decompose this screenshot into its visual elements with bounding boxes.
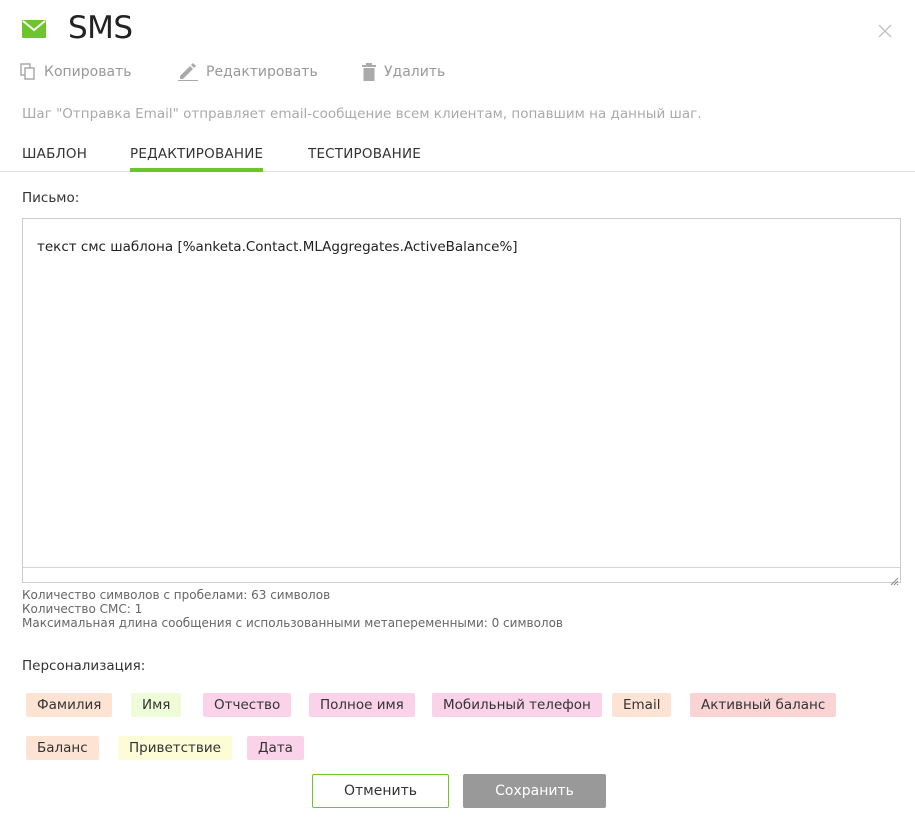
tag-mobile-phone[interactable]: Мобильный телефон — [432, 693, 602, 717]
tag-balance[interactable]: Баланс — [26, 736, 99, 760]
copy-icon — [20, 63, 35, 80]
message-text[interactable]: текст смс шаблона [%anketa.Contact.MLAgg… — [37, 239, 518, 255]
delete-label: Удалить — [384, 64, 446, 80]
tag-email[interactable]: Email — [612, 693, 672, 717]
tag-date[interactable]: Дата — [247, 736, 304, 760]
tab-editing[interactable]: РЕДАКТИРОВАНИЕ — [130, 146, 264, 172]
message-stats: Количество символов с пробелами: 63 симв… — [22, 588, 563, 630]
tag-greeting[interactable]: Приветствие — [118, 736, 232, 760]
message-editor[interactable]: текст смс шаблона [%anketa.Contact.MLAgg… — [22, 218, 901, 586]
tag-first-name[interactable]: Имя — [131, 693, 182, 717]
dialog-header: SMS — [22, 11, 133, 46]
close-button[interactable] — [876, 22, 894, 40]
edit-label: Редактировать — [206, 64, 318, 80]
edit-button[interactable]: Редактировать — [178, 61, 318, 83]
max-length: Максимальная длина сообщения с использов… — [22, 616, 563, 630]
sms-count: Количество СМС: 1 — [22, 602, 143, 616]
tab-testing[interactable]: ТЕСТИРОВАНИЕ — [308, 146, 421, 162]
tag-patronymic[interactable]: Отчество — [203, 693, 292, 717]
save-button[interactable]: Сохранить — [463, 774, 606, 808]
tab-bar: ШАБЛОН РЕДАКТИРОВАНИЕ ТЕСТИРОВАНИЕ — [0, 143, 915, 172]
delete-button[interactable]: Удалить — [362, 61, 445, 83]
step-description: Шаг "Отправка Email" отправляет email-со… — [22, 106, 702, 122]
copy-button[interactable]: Копировать — [20, 61, 131, 83]
tag-surname[interactable]: Фамилия — [26, 693, 113, 717]
copy-label: Копировать — [44, 64, 132, 80]
close-icon — [878, 24, 892, 38]
envelope-icon — [22, 20, 46, 38]
editor-divider — [23, 567, 900, 568]
page-title: SMS — [68, 10, 133, 46]
cancel-button[interactable]: Отменить — [312, 774, 449, 808]
personalization-label: Персонализация: — [22, 658, 146, 674]
char-count: Количество символов с пробелами: 63 симв… — [22, 588, 331, 602]
pencil-icon — [178, 63, 198, 81]
tag-active-balance[interactable]: Активный баланс — [690, 693, 837, 717]
trash-icon — [362, 63, 376, 81]
tag-full-name[interactable]: Полное имя — [309, 693, 415, 717]
resize-handle-icon[interactable] — [889, 571, 899, 586]
tab-template[interactable]: ШАБЛОН — [22, 146, 87, 162]
letter-label: Письмо: — [22, 190, 80, 206]
